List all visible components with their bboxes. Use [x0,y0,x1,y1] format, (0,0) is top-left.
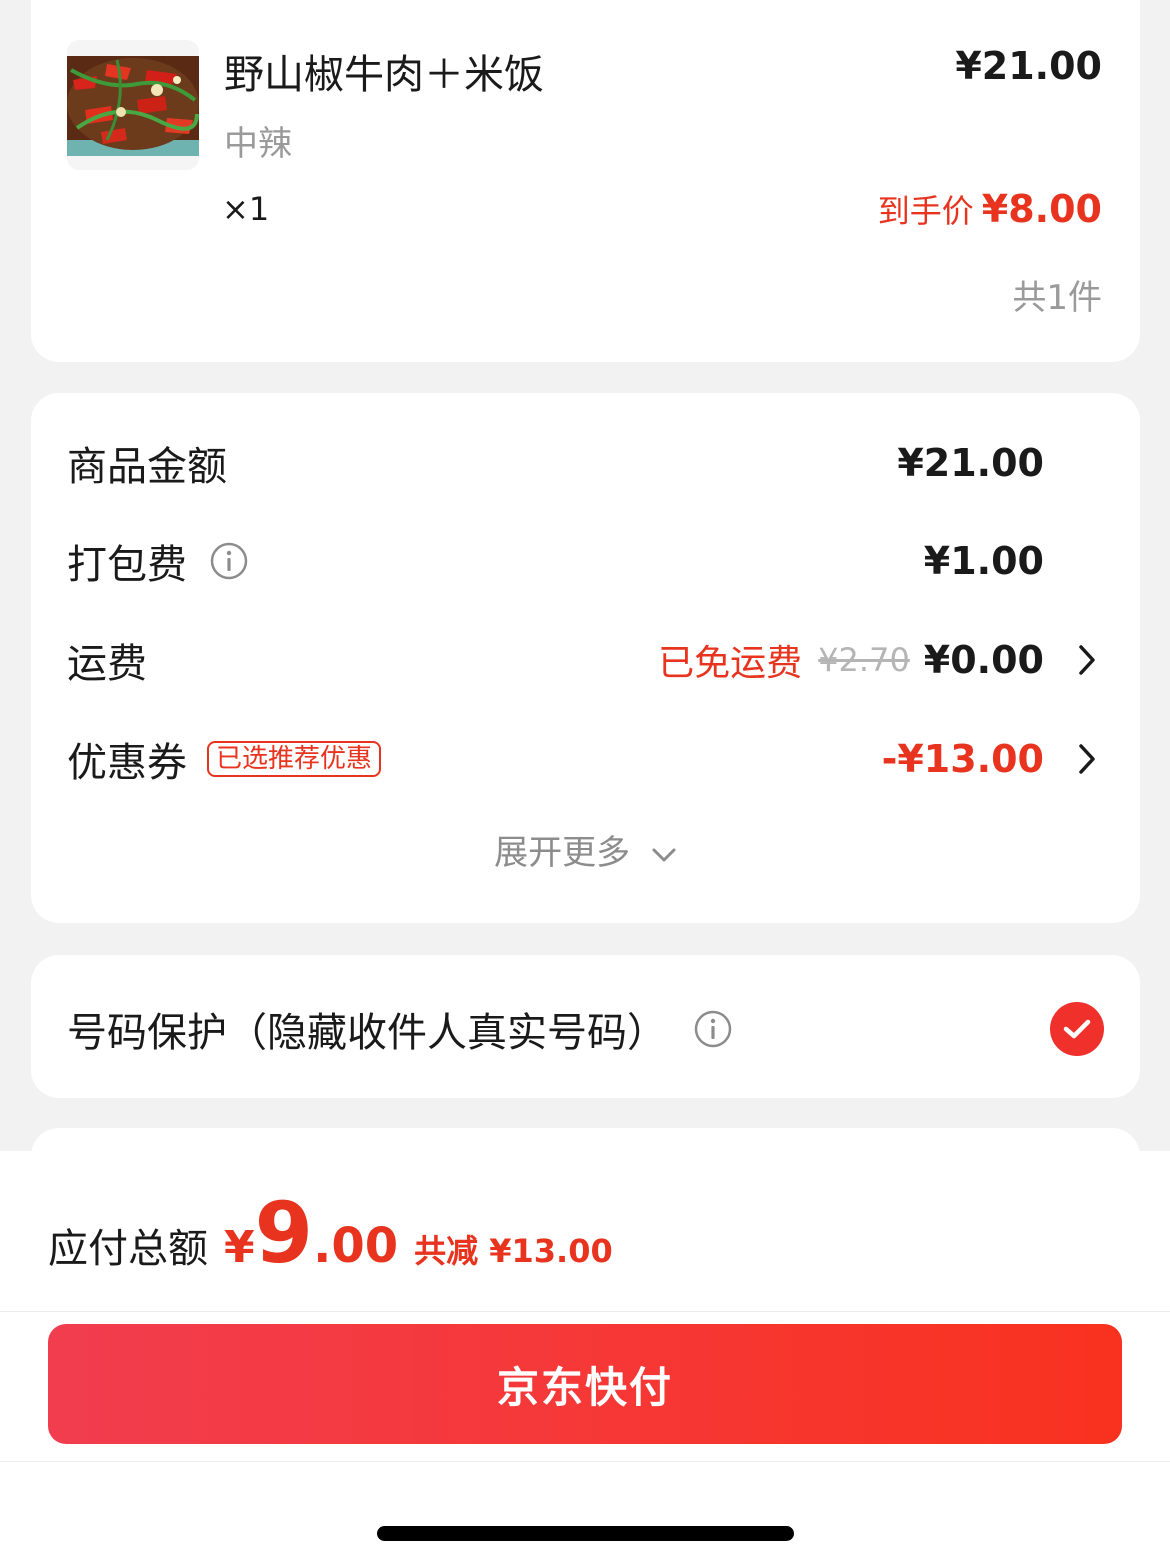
total-currency: ¥ [224,1222,255,1273]
coupon-value: -¥13.00 [881,737,1044,781]
goods-amount-row: 商品金额 ¥21.00 [67,433,1102,493]
chevron-down-icon [652,848,676,861]
product-spec: 中辣 [224,124,292,164]
shipping-row[interactable]: 运费 已免运费 ¥2.70 ¥0.00 [67,630,1102,690]
checkout-bottom-bar: 应付总额 ¥ 9 .00 共减 ¥13.00 京东快付 [0,1151,1170,1565]
packing-fee-value: ¥1.00 [923,539,1044,583]
expand-more-button[interactable]: 展开更多 [31,825,1140,874]
chevron-right-icon[interactable] [1072,729,1102,789]
jd-quick-pay-button[interactable]: 京东快付 [48,1324,1122,1444]
product-name: 野山椒牛肉＋米饭 [224,52,544,98]
product-price: ¥21.00 [955,44,1102,88]
goods-amount-label: 商品金额 [67,444,227,490]
checkout-page: 野山椒牛肉＋米饭 中辣 ×1 ¥21.00 到手价 ¥8.00 共1件 商品金额 … [0,0,1170,1565]
packing-fee-label: 打包费 [67,542,187,588]
coupon-row[interactable]: 优惠券 已选推荐优惠 -¥13.00 [67,729,1102,789]
info-icon[interactable] [693,1009,733,1049]
fees-card: 商品金额 ¥21.00 打包费 ¥1.00 运费 已免运费 ¥2.70 ¥0.0… [31,393,1140,923]
coupon-badge: 已选推荐优惠 [207,741,382,777]
total-integer: 9 [254,1184,314,1282]
shipping-label: 运费 [67,641,147,687]
divider [0,1461,1170,1462]
total-amount: 应付总额 ¥ 9 .00 共减 ¥13.00 [48,1191,613,1281]
shipping-value: ¥0.00 [923,638,1044,682]
info-icon[interactable] [209,541,249,581]
protection-checkbox[interactable] [1050,1002,1104,1056]
dish-image [67,56,199,156]
coupon-label: 优惠券 [67,740,187,786]
divider [0,1311,1170,1312]
check-icon [1063,1019,1091,1039]
product-thumbnail[interactable] [67,40,199,170]
number-protection-label: 号码保护（隐藏收件人真实号码） [67,1010,667,1056]
total-label: 应付总额 [48,1226,208,1272]
chevron-right-icon[interactable] [1072,630,1102,690]
home-indicator[interactable] [377,1526,794,1541]
product-card: 野山椒牛肉＋米饭 中辣 ×1 ¥21.00 到手价 ¥8.00 共1件 [31,0,1140,362]
total-decimal: .00 [313,1218,399,1274]
original-shipping-fee: ¥2.70 [818,641,910,679]
goods-amount-value: ¥21.00 [897,441,1044,485]
final-price-value: ¥8.00 [981,187,1102,231]
free-shipping-tag: 已免运费 [658,643,803,684]
final-price-label: 到手价 [877,192,974,230]
expand-more-label: 展开更多 [494,833,631,873]
packing-fee-row: 打包费 ¥1.00 [67,531,1102,591]
number-protection-card: 号码保护（隐藏收件人真实号码） [31,955,1140,1098]
final-price: 到手价 ¥8.00 [878,186,1102,232]
product-quantity: ×1 [222,190,270,228]
item-count: 共1件 [1012,278,1102,318]
total-saved: 共减 ¥13.00 [414,1232,613,1270]
